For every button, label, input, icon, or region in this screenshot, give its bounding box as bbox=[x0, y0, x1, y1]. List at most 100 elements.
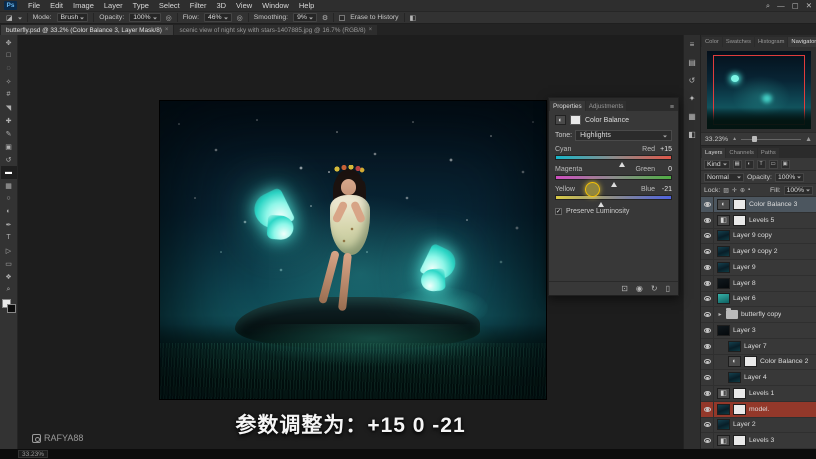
mask-thumbnail-icon[interactable] bbox=[570, 115, 581, 125]
status-zoom-field[interactable]: 33.23% bbox=[18, 450, 49, 458]
layer-thumbnail[interactable] bbox=[717, 403, 730, 415]
visibility-toggle[interactable] bbox=[701, 275, 714, 291]
adjustment-layer-icon[interactable]: ◐ bbox=[728, 356, 741, 368]
crop-tool-icon[interactable]: # bbox=[1, 88, 17, 101]
layer-thumbnail[interactable] bbox=[717, 293, 730, 305]
background-color-swatch[interactable] bbox=[6, 304, 16, 313]
menu-window[interactable]: Window bbox=[257, 1, 294, 10]
adjustment-layer-icon[interactable]: ◧ bbox=[717, 435, 730, 447]
adjustment-layer-icon[interactable]: ◧ bbox=[717, 214, 730, 226]
layer-name[interactable]: Levels 5 bbox=[749, 217, 774, 224]
layer-row[interactable]: ◐ Color Balance 3 bbox=[701, 197, 816, 213]
lock-all-icon[interactable]: ▪ bbox=[748, 187, 750, 193]
filter-shape-icon[interactable]: ▭ bbox=[768, 159, 778, 169]
layer-name[interactable]: Layer 3 bbox=[733, 327, 756, 334]
layer-name[interactable]: Layer 7 bbox=[744, 343, 767, 350]
info-panel-icon[interactable]: ▤ bbox=[686, 56, 699, 68]
history-panel-icon[interactable]: ↺ bbox=[686, 74, 699, 86]
layer-row[interactable]: Layer 2 bbox=[701, 417, 816, 434]
close-tab-icon[interactable]: × bbox=[369, 27, 373, 33]
visibility-toggle[interactable] bbox=[701, 433, 714, 448]
opacity-dropdown[interactable]: 100% bbox=[129, 13, 161, 22]
zoom-in-icon[interactable]: ▲ bbox=[805, 136, 812, 143]
visibility-toggle[interactable] bbox=[701, 260, 714, 275]
menu-help[interactable]: Help bbox=[294, 1, 319, 10]
tab-color[interactable]: Color bbox=[702, 37, 722, 47]
color-swatches[interactable] bbox=[1, 299, 16, 313]
layer-row[interactable]: Layer 4 bbox=[701, 370, 816, 386]
navigator-zoom-slider[interactable] bbox=[741, 136, 802, 142]
layer-row[interactable]: Layer 8 bbox=[701, 275, 816, 292]
layer-thumbnail[interactable] bbox=[728, 340, 741, 352]
magenta-green-slider[interactable] bbox=[555, 175, 672, 187]
navigator-view-box[interactable] bbox=[712, 54, 805, 125]
tab-swatches[interactable]: Swatches bbox=[722, 37, 754, 47]
filter-image-icon[interactable]: ▦ bbox=[732, 159, 742, 169]
blur-tool-icon[interactable]: ○ bbox=[1, 192, 17, 205]
visibility-toggle[interactable] bbox=[701, 338, 714, 354]
visibility-toggle[interactable] bbox=[701, 212, 714, 228]
menu-select[interactable]: Select bbox=[154, 1, 185, 10]
symmetry-icon[interactable]: ◧ bbox=[410, 14, 417, 22]
search-icon[interactable]: ⌕ bbox=[766, 1, 770, 11]
layer-thumbnail[interactable] bbox=[728, 372, 741, 384]
layer-row[interactable]: Layer 9 copy bbox=[701, 228, 816, 245]
visibility-toggle[interactable] bbox=[701, 197, 714, 212]
clip-to-layer-icon[interactable]: ⊡ bbox=[621, 284, 628, 293]
lock-transparency-icon[interactable]: ▨ bbox=[723, 187, 729, 194]
visibility-toggle[interactable] bbox=[701, 228, 714, 244]
document-tab-active[interactable]: butterfly.psd @ 33.2% (Color Balance 3, … bbox=[1, 25, 174, 35]
type-tool-icon[interactable]: T bbox=[1, 231, 17, 244]
hand-tool-icon[interactable]: ❖ bbox=[1, 270, 17, 283]
layer-mask-thumbnail[interactable] bbox=[733, 214, 746, 226]
tab-channels[interactable]: Channels bbox=[726, 148, 757, 158]
zoom-out-icon[interactable]: ▲ bbox=[732, 136, 737, 142]
tab-navigator[interactable]: Navigator bbox=[788, 37, 816, 47]
move-tool-icon[interactable]: ✥ bbox=[1, 36, 17, 49]
menu-edit[interactable]: Edit bbox=[45, 1, 68, 10]
visibility-icon[interactable]: ◉ bbox=[636, 284, 643, 293]
layer-opacity-dropdown[interactable]: 100% bbox=[774, 172, 805, 182]
menu-file[interactable]: File bbox=[23, 1, 45, 10]
airbrush-icon[interactable]: ◎ bbox=[237, 14, 243, 22]
visibility-toggle[interactable] bbox=[701, 307, 714, 322]
layer-thumbnail[interactable] bbox=[717, 324, 730, 336]
layer-row[interactable]: Layer 7 bbox=[701, 338, 816, 355]
navigator-zoom-value[interactable]: 33.23% bbox=[705, 136, 728, 143]
layer-name[interactable]: Levels 1 bbox=[749, 390, 774, 397]
layer-mask-thumbnail[interactable] bbox=[744, 356, 757, 368]
dodge-tool-icon[interactable]: ◐ bbox=[1, 205, 17, 218]
layer-name[interactable]: butterfly copy bbox=[741, 311, 781, 318]
tool-preset-dropdown-icon[interactable] bbox=[17, 17, 22, 21]
quick-selection-tool-icon[interactable]: ✧ bbox=[1, 75, 17, 88]
gradient-tool-icon[interactable]: ▦ bbox=[1, 179, 17, 192]
visibility-toggle[interactable] bbox=[701, 244, 714, 259]
filter-kind-dropdown[interactable]: Kind bbox=[704, 159, 730, 169]
visibility-toggle[interactable] bbox=[701, 386, 714, 401]
navigator-preview[interactable] bbox=[701, 47, 816, 133]
layer-row[interactable]: ◧ Levels 3 bbox=[701, 433, 816, 449]
layer-row[interactable]: Layer 3 bbox=[701, 323, 816, 339]
visibility-toggle[interactable] bbox=[701, 323, 714, 338]
visibility-toggle[interactable] bbox=[701, 417, 714, 433]
tab-adjustments[interactable]: Adjustments bbox=[585, 101, 627, 111]
shape-tool-icon[interactable]: ▭ bbox=[1, 257, 17, 270]
menu-image[interactable]: Image bbox=[68, 1, 99, 10]
group-folder-icon[interactable] bbox=[726, 308, 738, 320]
menu-type[interactable]: Type bbox=[128, 1, 154, 10]
layer-thumbnail[interactable] bbox=[717, 246, 730, 258]
layer-row[interactable]: ◧ Levels 5 bbox=[701, 212, 816, 229]
panel-menu-icon[interactable]: ≡ bbox=[667, 104, 677, 111]
cyan-red-value[interactable]: +15 bbox=[655, 146, 672, 153]
visibility-toggle[interactable] bbox=[701, 354, 714, 370]
cyan-red-slider[interactable] bbox=[555, 155, 672, 167]
path-selection-tool-icon[interactable]: ▷ bbox=[1, 244, 17, 257]
layer-group-row[interactable]: ▸ butterfly copy bbox=[701, 307, 816, 323]
delete-icon[interactable]: ▯ bbox=[666, 284, 670, 293]
fill-dropdown[interactable]: 100% bbox=[783, 185, 813, 195]
erase-to-history-checkbox[interactable] bbox=[339, 14, 346, 21]
tab-properties[interactable]: Properties bbox=[550, 101, 585, 111]
layer-thumbnail[interactable] bbox=[717, 261, 730, 273]
visibility-toggle[interactable] bbox=[701, 401, 714, 417]
tab-histogram[interactable]: Histogram bbox=[755, 37, 788, 47]
